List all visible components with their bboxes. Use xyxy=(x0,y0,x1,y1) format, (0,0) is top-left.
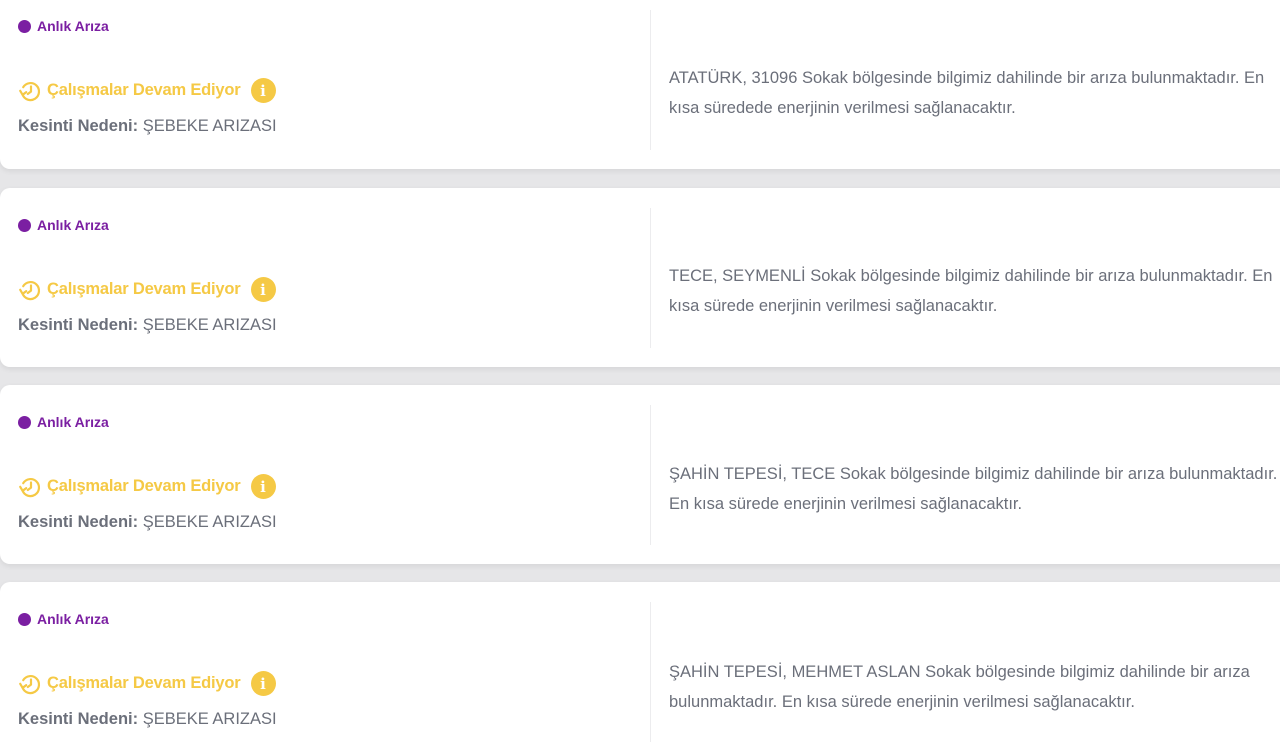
outage-reason: Kesinti Nedeni: ŞEBEKE ARIZASI xyxy=(18,710,277,729)
reason-value: ŞEBEKE ARIZASI xyxy=(142,117,277,135)
info-icon[interactable]: i xyxy=(250,277,276,302)
outage-description: ŞAHİN TEPESİ, TECE Sokak bölgesinde bilg… xyxy=(669,465,1278,513)
reason-key: Kesinti Nedeni: xyxy=(18,710,139,728)
outage-card: Anlık Arıza Çalışmalar Devam Ediyor i Ke… xyxy=(0,0,1280,169)
outage-type-label: Anlık Arıza xyxy=(37,217,109,233)
outage-status: Çalışmalar Devam Ediyor i xyxy=(18,671,276,696)
outage-card: Anlık Arıza Çalışmalar Devam Ediyor i Ke… xyxy=(0,188,1280,367)
reason-value: ŞEBEKE ARIZASI xyxy=(142,710,277,728)
card-divider xyxy=(650,208,651,348)
reason-key: Kesinti Nedeni: xyxy=(18,513,139,531)
card-divider xyxy=(650,10,651,150)
outage-reason: Kesinti Nedeni: ŞEBEKE ARIZASI xyxy=(18,316,277,335)
reason-value: ŞEBEKE ARIZASI xyxy=(142,316,277,334)
outage-reason: Kesinti Nedeni: ŞEBEKE ARIZASI xyxy=(18,117,277,136)
type-dot-icon xyxy=(18,218,31,232)
outage-type: Anlık Arıza xyxy=(18,611,109,627)
outage-description: ŞAHİN TEPESİ, MEHMET ASLAN Sokak bölgesi… xyxy=(669,663,1250,711)
outage-type-label: Anlık Arıza xyxy=(37,414,109,430)
outage-status: Çalışmalar Devam Ediyor i xyxy=(18,474,276,499)
info-icon[interactable]: i xyxy=(250,474,276,499)
outage-type-label: Anlık Arıza xyxy=(37,611,109,627)
status-label: Çalışmalar Devam Ediyor xyxy=(47,280,241,298)
type-dot-icon xyxy=(18,415,31,429)
status-label: Çalışmalar Devam Ediyor xyxy=(47,477,241,495)
outage-type: Anlık Arıza xyxy=(18,217,109,233)
info-icon[interactable]: i xyxy=(250,78,276,103)
outage-list: Anlık Arıza Çalışmalar Devam Ediyor i Ke… xyxy=(0,0,1280,746)
outage-description: TECE, SEYMENLİ Sokak bölgesinde bilgimiz… xyxy=(669,267,1273,315)
type-dot-icon xyxy=(18,19,31,33)
outage-status: Çalışmalar Devam Ediyor i xyxy=(18,277,276,302)
outage-card: Anlık Arıza Çalışmalar Devam Ediyor i Ke… xyxy=(0,582,1280,746)
type-dot-icon xyxy=(18,612,31,626)
outage-type: Anlık Arıza xyxy=(18,414,109,430)
info-icon[interactable]: i xyxy=(250,671,276,696)
status-label: Çalışmalar Devam Ediyor xyxy=(47,674,241,692)
clock-rotate-icon xyxy=(19,280,41,300)
outage-type: Anlık Arıza xyxy=(18,18,109,34)
reason-key: Kesinti Nedeni: xyxy=(18,117,139,135)
outage-description: ATATÜRK, 31096 Sokak bölgesinde bilgimiz… xyxy=(669,69,1265,117)
outage-card: Anlık Arıza Çalışmalar Devam Ediyor i Ke… xyxy=(0,385,1280,564)
outage-reason: Kesinti Nedeni: ŞEBEKE ARIZASI xyxy=(18,513,277,532)
status-label: Çalışmalar Devam Ediyor xyxy=(47,81,241,99)
card-divider xyxy=(650,405,651,545)
clock-rotate-icon xyxy=(19,477,41,497)
clock-rotate-icon xyxy=(19,81,41,101)
reason-key: Kesinti Nedeni: xyxy=(18,316,139,334)
card-divider xyxy=(650,602,651,742)
outage-type-label: Anlık Arıza xyxy=(37,18,109,34)
clock-rotate-icon xyxy=(19,674,41,694)
outage-status: Çalışmalar Devam Ediyor i xyxy=(18,78,276,103)
reason-value: ŞEBEKE ARIZASI xyxy=(142,513,277,531)
